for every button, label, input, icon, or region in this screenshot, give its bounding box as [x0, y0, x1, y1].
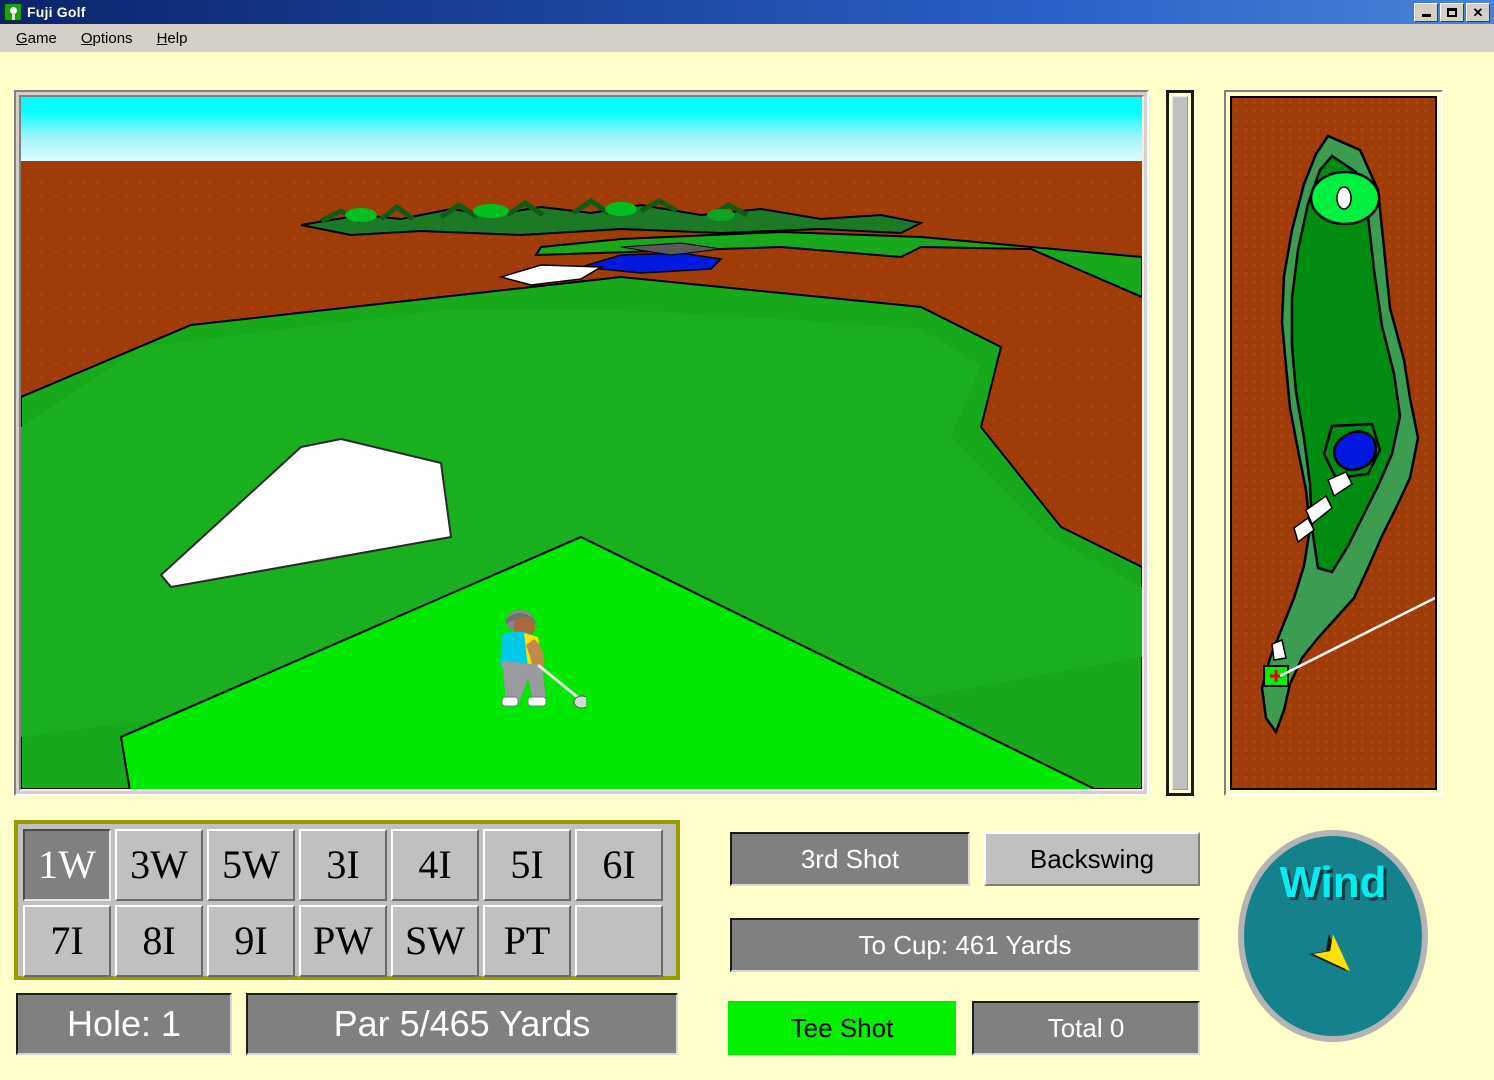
- club-button-5i[interactable]: 5I: [483, 829, 571, 901]
- to-cup-display: To Cup: 461 Yards: [730, 918, 1200, 972]
- title-bar: Fuji Golf ✕: [0, 0, 1494, 24]
- club-button-4i[interactable]: 4I: [391, 829, 479, 901]
- maximize-restore-button[interactable]: [1440, 2, 1464, 22]
- menu-bar: Game Options Help: [0, 24, 1494, 52]
- course-viewport-frame: [14, 90, 1149, 796]
- club-button-empty: [575, 905, 663, 977]
- club-button-pt[interactable]: PT: [483, 905, 571, 977]
- club-button-1w[interactable]: 1W: [23, 829, 111, 901]
- club-button-sw[interactable]: SW: [391, 905, 479, 977]
- minimize-button[interactable]: [1414, 2, 1438, 22]
- club-selection-panel: 1W 3W 5W 3I 4I 5I 6I 7I 8I 9I PW SW PT: [14, 820, 680, 980]
- club-button-5w[interactable]: 5W: [207, 829, 295, 901]
- club-button-7i[interactable]: 7I: [23, 905, 111, 977]
- wind-gauge[interactable]: Wind: [1238, 830, 1428, 1042]
- hole-overview-map[interactable]: [1230, 96, 1437, 790]
- game-workspace: 1W 3W 5W 3I 4I 5I 6I 7I 8I 9I PW SW PT H…: [0, 52, 1494, 1080]
- par-distance-display: Par 5/465 Yards: [246, 993, 678, 1055]
- club-button-8i[interactable]: 8I: [115, 905, 203, 977]
- course-3d-view[interactable]: [19, 95, 1144, 791]
- menu-item-help[interactable]: Help: [147, 27, 202, 50]
- hole-number-display: Hole: 1: [16, 993, 232, 1055]
- meter-track: [1172, 96, 1188, 790]
- shot-number-display: 3rd Shot: [730, 832, 970, 886]
- minimap-frame: [1224, 90, 1443, 796]
- club-button-3i[interactable]: 3I: [299, 829, 387, 901]
- club-button-9i[interactable]: 9I: [207, 905, 295, 977]
- app-icon: [4, 3, 22, 21]
- window-title: Fuji Golf: [27, 4, 86, 20]
- window-controls: ✕: [1414, 2, 1494, 22]
- wind-direction-arrow-icon: [1308, 934, 1350, 971]
- club-button-pw[interactable]: PW: [299, 905, 387, 977]
- backswing-button[interactable]: Backswing: [984, 832, 1200, 886]
- club-row-irons: 7I 8I 9I PW SW PT: [23, 905, 671, 977]
- menu-item-options[interactable]: Options: [71, 27, 147, 50]
- tee-shot-indicator: Tee Shot: [728, 1001, 956, 1055]
- menu-item-game[interactable]: Game: [6, 27, 71, 50]
- club-row-woods: 1W 3W 5W 3I 4I 5I 6I: [23, 829, 671, 901]
- swing-power-meter[interactable]: [1166, 90, 1194, 796]
- minimap-course-shapes: [1260, 134, 1435, 735]
- total-score-display: Total 0: [972, 1001, 1200, 1055]
- club-button-6i[interactable]: 6I: [575, 829, 663, 901]
- wind-label: Wind: [1279, 858, 1387, 907]
- close-button[interactable]: ✕: [1466, 2, 1490, 22]
- club-button-3w[interactable]: 3W: [115, 829, 203, 901]
- golfer-sprite: [500, 610, 586, 709]
